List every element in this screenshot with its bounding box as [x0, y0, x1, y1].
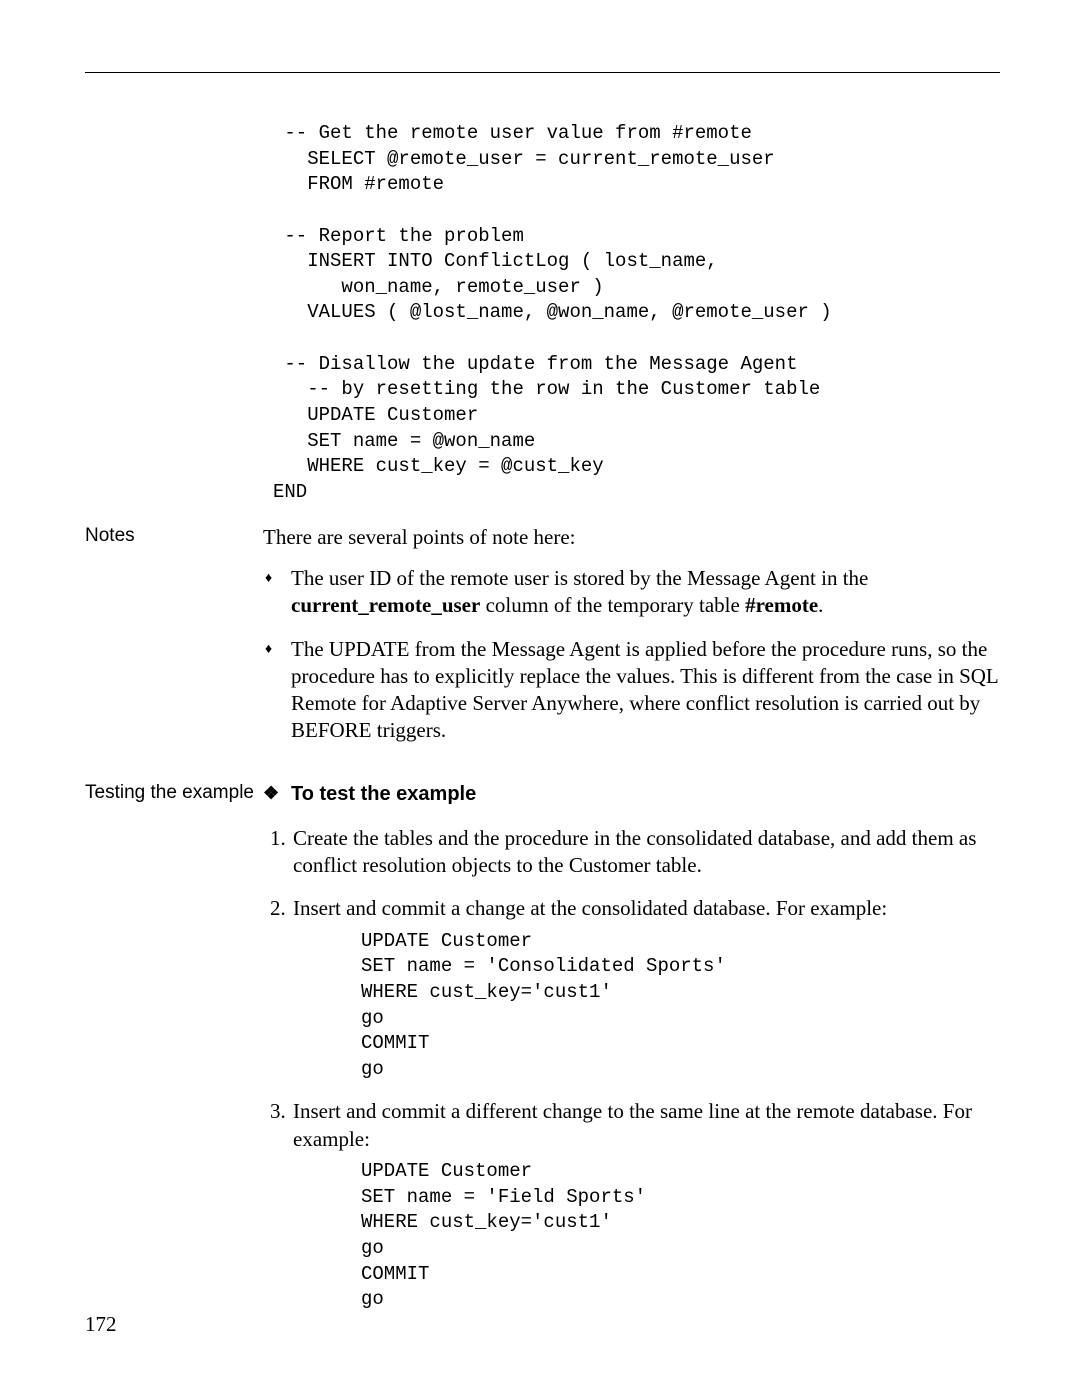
- ornament-icon: ❖: [263, 782, 279, 805]
- code-block-step2: UPDATE Customer SET name = 'Consolidated…: [361, 929, 1000, 1083]
- step1-text: Create the tables and the procedure in t…: [293, 826, 976, 877]
- page: -- Get the remote user value from #remot…: [0, 0, 1080, 1388]
- procedure-heading-text: To test the example: [291, 783, 476, 805]
- bullet1-text: The user ID of the remote user is stored…: [291, 566, 868, 617]
- procedure-heading: ❖ To test the example: [263, 781, 1000, 807]
- diamond-icon: ♦: [265, 570, 272, 588]
- bullet1-part-b: current_remote_user: [291, 593, 480, 617]
- step-1: Create the tables and the procedure in t…: [291, 825, 1000, 880]
- top-rule: [85, 72, 1000, 73]
- notes-section: Notes There are several points of note h…: [263, 524, 1000, 745]
- bullet1-part-c: column of the temporary table: [480, 593, 745, 617]
- testing-section: Testing the example ❖ To test the exampl…: [263, 781, 1000, 1313]
- bullet1-part-e: .: [818, 593, 823, 617]
- diamond-icon: ♦: [265, 641, 272, 659]
- bullet2-text: The UPDATE from the Message Agent is app…: [291, 637, 998, 743]
- bullet-item-1: ♦ The user ID of the remote user is stor…: [263, 565, 1000, 620]
- notes-intro: There are several points of note here:: [263, 524, 1000, 551]
- notes-side-label: Notes: [85, 524, 255, 549]
- page-number: 172: [85, 1311, 117, 1338]
- bullet1-part-a: The user ID of the remote user is stored…: [291, 566, 868, 590]
- bullet-item-2: ♦ The UPDATE from the Message Agent is a…: [263, 636, 1000, 745]
- notes-bullets: ♦ The user ID of the remote user is stor…: [263, 565, 1000, 745]
- step2-text: Insert and commit a change at the consol…: [293, 896, 887, 920]
- code-block-step3: UPDATE Customer SET name = 'Field Sports…: [361, 1159, 1000, 1313]
- step3-text: Insert and commit a different change to …: [293, 1099, 972, 1150]
- testing-side-label: Testing the example: [85, 781, 255, 806]
- content-column: -- Get the remote user value from #remot…: [263, 121, 1000, 1313]
- bullet1-part-d: #remote: [745, 593, 818, 617]
- step-3: Insert and commit a different change to …: [291, 1098, 1000, 1312]
- procedure-steps: Create the tables and the procedure in t…: [263, 825, 1000, 1313]
- step-2: Insert and commit a change at the consol…: [291, 895, 1000, 1082]
- code-block-main: -- Get the remote user value from #remot…: [273, 121, 1000, 506]
